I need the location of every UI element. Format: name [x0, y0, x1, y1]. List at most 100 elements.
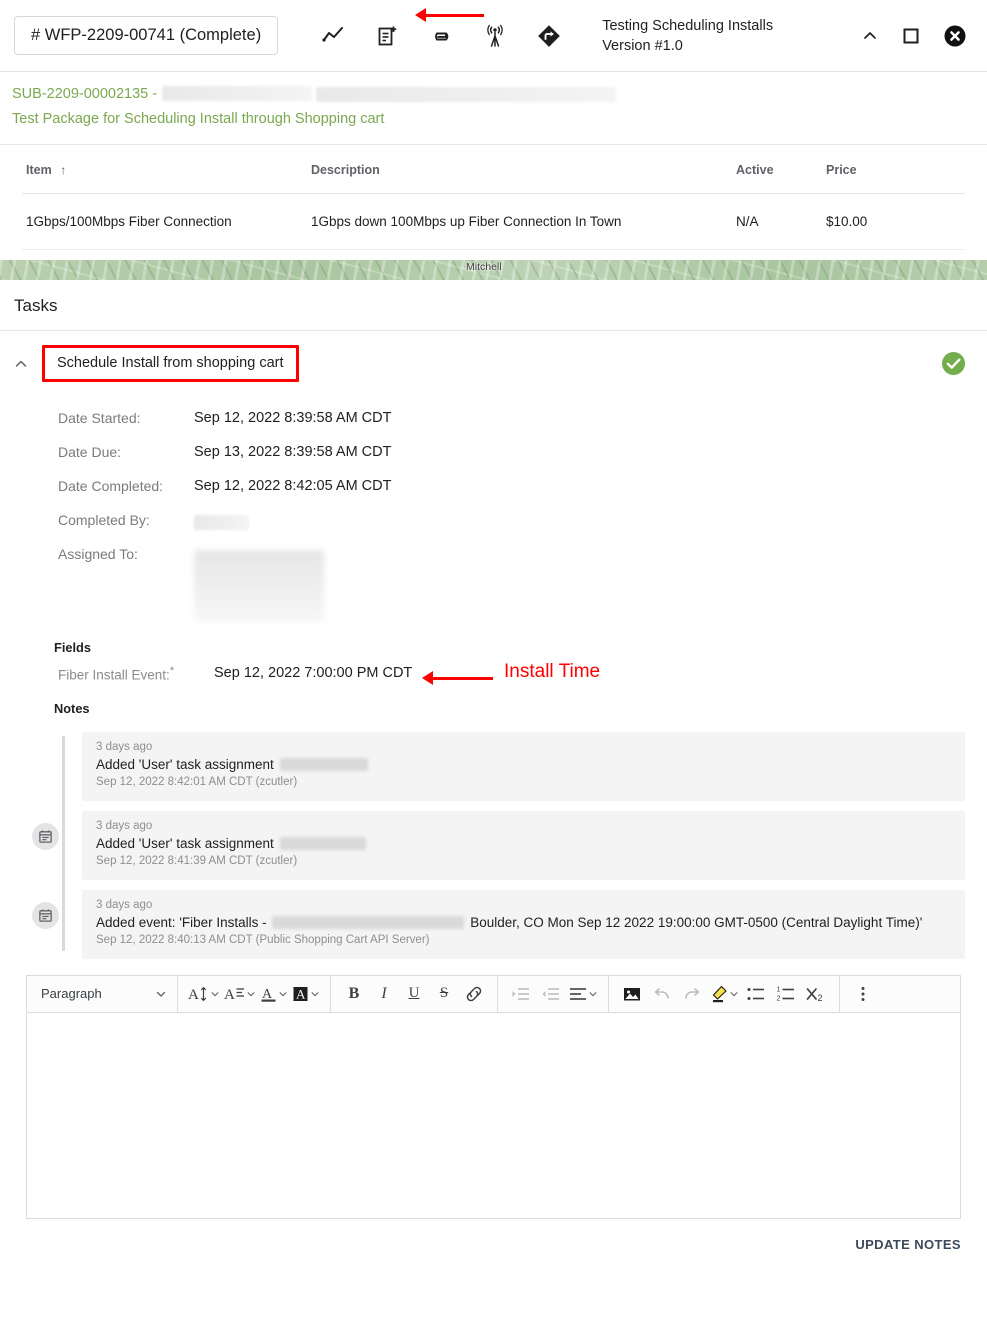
note-relative-time: 3 days ago	[96, 898, 153, 911]
column-header-price[interactable]: Price	[822, 145, 965, 194]
chevron-down-icon	[729, 989, 739, 999]
required-marker: *	[169, 665, 175, 677]
note-body: Added event: 'Fiber Installs - Boulder, …	[96, 913, 951, 932]
task-detail-fields: Date Started: Sep 12, 2022 8:39:58 AM CD…	[0, 8, 987, 622]
toolbar-group-more	[840, 976, 886, 1012]
list-item[interactable]: 3 days ago Added 'User' task assignment …	[82, 731, 965, 801]
map-preview[interactable]: Mitchell	[0, 260, 987, 280]
field-label-text: Fiber Install Event:	[58, 667, 170, 683]
detail-row-date-completed: Date Completed: Sep 12, 2022 8:42:05 AM …	[58, 8, 987, 512]
more-options-button[interactable]	[850, 981, 876, 1007]
line-height-dropdown[interactable]: A	[224, 981, 256, 1007]
chevron-down-icon	[246, 989, 256, 999]
note-body-text: Added event: 'Fiber Installs -	[96, 914, 267, 930]
notes-editor-input[interactable]	[26, 1012, 961, 1219]
note-body-text-suffix: Boulder, CO Mon Sep 12 2022 19:00:00 GMT…	[470, 914, 923, 930]
column-header-active[interactable]: Active	[732, 145, 822, 194]
chevron-down-icon	[588, 989, 598, 999]
list-item[interactable]: 3 days ago Added event: 'Fiber Installs …	[32, 889, 965, 959]
note-relative-time: 3 days ago	[96, 819, 153, 832]
svg-text:2: 2	[777, 995, 781, 1002]
window-controls	[861, 24, 973, 48]
calendar-note-icon	[32, 901, 59, 929]
table-row[interactable]: 1Gbps/100Mbps Fiber Connection 1Gbps dow…	[22, 193, 965, 250]
detail-row-date-due: Date Due: Sep 13, 2022 8:39:58 AM CDT	[58, 444, 987, 478]
svg-text:A: A	[224, 987, 235, 1003]
insert-image-button[interactable]	[619, 981, 645, 1007]
bulleted-list-button[interactable]	[743, 981, 769, 1007]
redacted-user-name	[279, 837, 366, 851]
update-notes-button[interactable]: UPDATE NOTES	[0, 1219, 987, 1252]
field-label-fiber-install-event: Fiber Install Event:*	[58, 665, 214, 683]
note-body-text: Added 'User' task assignment	[96, 835, 274, 851]
detail-label-assigned-to: Assigned To:	[58, 546, 138, 562]
collapse-icon[interactable]	[861, 27, 879, 45]
map-place-label: Mitchell	[466, 261, 502, 273]
column-header-item[interactable]: Item ↑	[22, 145, 307, 194]
redacted-user-name	[279, 758, 368, 772]
highlight-dropdown[interactable]	[709, 981, 739, 1007]
strikethrough-button[interactable]: S	[431, 981, 457, 1007]
field-row-fiber-install-event: Fiber Install Event:* Sep 12, 2022 7:00:…	[0, 661, 987, 685]
detail-value-completed-by	[194, 512, 249, 530]
background-color-dropdown[interactable]: A	[292, 981, 320, 1007]
paragraph-style-dropdown[interactable]: Paragraph	[29, 975, 177, 1013]
cell-item: 1Gbps/100Mbps Fiber Connection	[22, 193, 307, 250]
indent-decrease-button[interactable]	[538, 981, 564, 1007]
note-relative-time: 3 days ago	[96, 740, 153, 753]
svg-text:A: A	[188, 987, 199, 1003]
fields-section-title: Fields	[54, 640, 91, 655]
attachment-icon[interactable]	[428, 23, 454, 49]
redacted-customer-address	[316, 87, 617, 103]
svg-text:1: 1	[777, 986, 781, 993]
underline-button[interactable]: U	[401, 981, 427, 1007]
note-body: Added 'User' task assignment	[96, 834, 951, 853]
cell-active: N/A	[732, 193, 822, 250]
task-collapse-icon[interactable]	[14, 357, 28, 371]
italic-button[interactable]: I	[371, 981, 397, 1007]
list-item[interactable]: 3 days ago Added 'User' task assignment …	[32, 810, 965, 880]
column-header-item-label: Item	[26, 163, 52, 177]
calendar-note-icon	[32, 822, 59, 850]
header-icon-group	[320, 23, 562, 49]
signal-tower-icon[interactable]	[482, 23, 508, 49]
add-note-icon[interactable]	[374, 23, 400, 49]
numbered-list-button[interactable]: 1 2	[773, 981, 799, 1007]
note-body: Added 'User' task assignment	[96, 755, 951, 774]
task-name-highlight[interactable]: Schedule Install from shopping cart	[42, 345, 299, 382]
redacted-address	[272, 916, 465, 930]
clear-formatting-button[interactable]: 2	[803, 981, 829, 1007]
activity-chart-icon[interactable]	[320, 23, 346, 49]
undo-button[interactable]	[649, 981, 675, 1007]
wfp-id-chip[interactable]: # WFP-2209-00741 (Complete)	[14, 16, 279, 55]
close-icon[interactable]	[943, 24, 967, 48]
svg-text:2: 2	[818, 993, 823, 1003]
maximize-icon[interactable]	[901, 26, 921, 46]
tasks-section-title: Tasks	[0, 280, 987, 331]
chevron-down-icon	[278, 989, 288, 999]
detail-label-completed-by: Completed By:	[58, 512, 150, 528]
detail-value-date-started: Sep 12, 2022 8:39:58 AM CDT	[194, 410, 392, 426]
sort-ascending-icon: ↑	[60, 163, 67, 177]
note-body-text: Added 'User' task assignment	[96, 756, 274, 772]
indent-increase-button[interactable]	[508, 981, 534, 1007]
text-color-dropdown[interactable]: A	[260, 981, 288, 1007]
align-dropdown[interactable]	[568, 981, 598, 1007]
editor-toolbar: Paragraph A A A A B I U S 1 2 2	[26, 974, 961, 1013]
redacted-completed-by	[194, 515, 249, 530]
detail-label-date-due: Date Due:	[58, 444, 122, 460]
redo-button[interactable]	[679, 981, 705, 1007]
directions-icon[interactable]	[536, 23, 562, 49]
status-badge	[940, 350, 967, 377]
subscription-link[interactable]: SUB-2209-00002135 -	[12, 86, 157, 102]
column-header-description[interactable]: Description	[307, 145, 732, 194]
table-header-row: Item ↑ Description Active Price	[22, 145, 965, 194]
bold-button[interactable]: B	[341, 981, 367, 1007]
link-button[interactable]	[461, 981, 487, 1007]
font-size-dropdown[interactable]: A	[188, 981, 220, 1007]
detail-row-assigned-to: Assigned To:	[58, 546, 987, 622]
package-link[interactable]: Test Package for Scheduling Install thro…	[12, 109, 975, 130]
page-title: Testing Scheduling Installs Version #1.0	[602, 17, 774, 54]
redacted-assigned-to	[194, 550, 324, 622]
subscription-link-row: SUB-2209-00002135 -	[12, 84, 975, 105]
